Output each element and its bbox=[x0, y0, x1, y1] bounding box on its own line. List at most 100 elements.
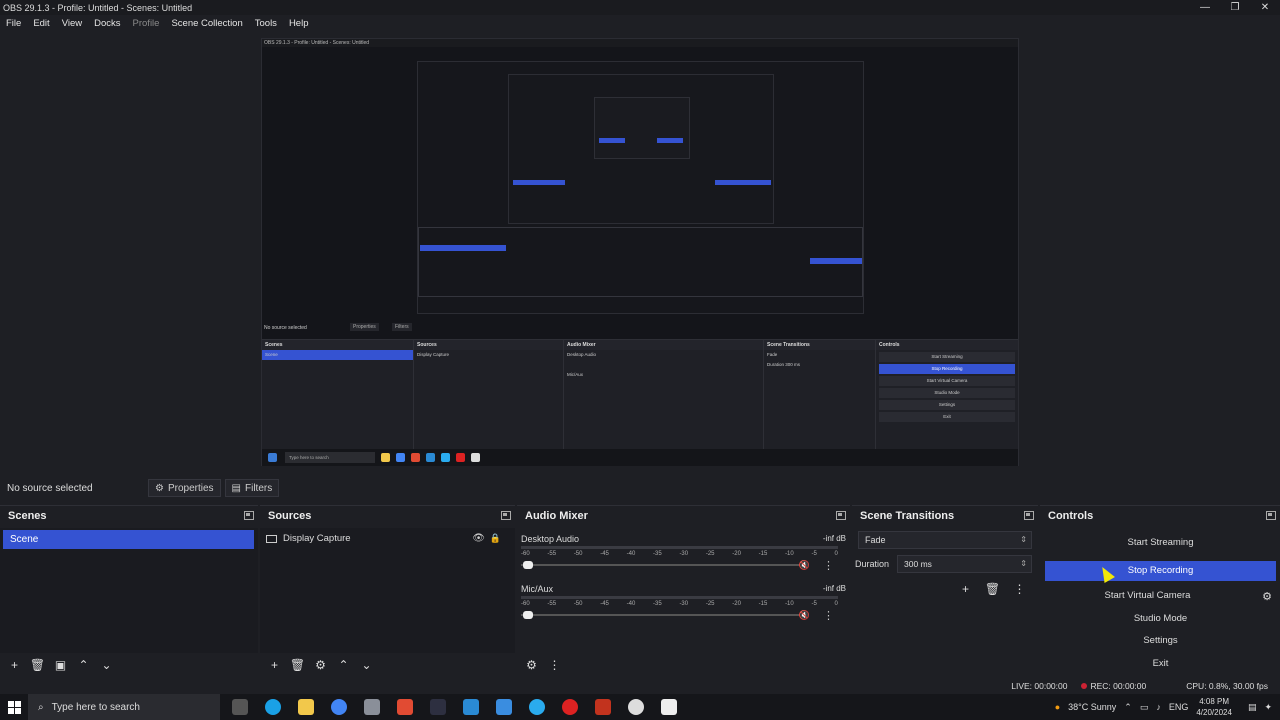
taskbar-search[interactable]: ⌕ Type here to search bbox=[28, 694, 220, 720]
media-player-icon[interactable] bbox=[562, 699, 578, 715]
task-view-icon[interactable] bbox=[232, 699, 248, 715]
move-down-button[interactable]: ⌄ bbox=[98, 657, 115, 674]
add-source-button[interactable]: + bbox=[266, 657, 283, 674]
add-scene-button[interactable]: + bbox=[6, 657, 23, 674]
start-streaming-button[interactable]: Start Streaming bbox=[1045, 533, 1276, 553]
lang-indicator[interactable]: ENG bbox=[1169, 702, 1189, 712]
channel-name: Desktop Audio bbox=[521, 534, 580, 544]
undock-icon[interactable] bbox=[1266, 511, 1276, 520]
volume-slider-handle[interactable] bbox=[523, 561, 533, 569]
studio-mode-button[interactable]: Studio Mode bbox=[1045, 609, 1276, 629]
duration-input[interactable]: 300 ms bbox=[897, 555, 1032, 573]
eye-icon[interactable]: 👁 bbox=[472, 533, 485, 544]
store-icon[interactable] bbox=[364, 699, 380, 715]
kebab-menu-icon[interactable]: ⋮ bbox=[1011, 580, 1028, 597]
move-up-button[interactable]: ⌃ bbox=[335, 657, 352, 674]
nested-scene-highlight-2 bbox=[513, 180, 565, 185]
volume-slider[interactable] bbox=[521, 614, 802, 616]
volume-icon[interactable]: ♪ bbox=[1156, 702, 1161, 712]
preview-properties: Properties bbox=[350, 323, 379, 331]
preview-mic-aux: Mic/Aux bbox=[567, 372, 584, 377]
controls-title: Controls bbox=[1048, 510, 1094, 522]
volume-slider-handle[interactable] bbox=[523, 611, 533, 619]
preview-controls-title: Controls bbox=[876, 340, 1018, 350]
menu-scene-collection[interactable]: Scene Collection bbox=[165, 18, 248, 29]
notification-icon[interactable]: ▤ bbox=[1248, 702, 1257, 713]
exit-button[interactable]: Exit bbox=[1045, 654, 1276, 674]
source-item[interactable]: Display Capture 👁 🔒 bbox=[260, 529, 515, 548]
preview-transitions-title: Scene Transitions bbox=[764, 340, 875, 350]
undock-icon[interactable] bbox=[244, 511, 254, 520]
filters-button[interactable]: ▤ Filters bbox=[224, 479, 280, 497]
move-up-button[interactable]: ⌃ bbox=[75, 657, 92, 674]
menu-file[interactable]: File bbox=[0, 18, 27, 29]
start-virtual-camera-button[interactable]: Start Virtual Camera bbox=[1045, 586, 1250, 606]
nested-docks bbox=[418, 227, 863, 297]
source-properties-button[interactable]: ⚙ bbox=[312, 657, 329, 674]
scene-item[interactable]: Scene bbox=[3, 530, 254, 549]
remove-transition-button[interactable]: 🗑 bbox=[984, 580, 1001, 597]
file-explorer-icon[interactable] bbox=[298, 699, 314, 715]
properties-button[interactable]: ⚙ Properties bbox=[148, 479, 221, 497]
kebab-menu-icon[interactable]: ⋮ bbox=[823, 609, 834, 622]
move-down-button[interactable]: ⌄ bbox=[358, 657, 375, 674]
network-icon[interactable]: ▭ bbox=[1140, 702, 1149, 713]
obs-icon[interactable] bbox=[628, 699, 644, 715]
preview-sources-dock: Sources Display Capture bbox=[414, 340, 564, 450]
undock-icon[interactable] bbox=[501, 511, 511, 520]
preview-sources-title: Sources bbox=[414, 340, 563, 350]
menu-tools[interactable]: Tools bbox=[249, 18, 283, 29]
settings-button[interactable]: Settings bbox=[1045, 631, 1276, 651]
preview-studio-mode: Studio Mode bbox=[879, 388, 1015, 398]
advanced-audio-icon[interactable]: ⚙ bbox=[523, 657, 540, 674]
undock-icon[interactable] bbox=[836, 511, 846, 520]
volume-slider[interactable] bbox=[521, 564, 802, 566]
weather-text[interactable]: 38°C Sunny bbox=[1068, 702, 1116, 712]
menu-help[interactable]: Help bbox=[283, 18, 315, 29]
preview-search: Type here to search bbox=[285, 452, 375, 463]
preview-canvas[interactable]: OBS 29.1.3 - Profile: Untitled - Scenes:… bbox=[261, 38, 1019, 466]
edge-icon[interactable] bbox=[265, 699, 281, 715]
menu-docks[interactable]: Docks bbox=[88, 18, 126, 29]
chrome-icon[interactable] bbox=[331, 699, 347, 715]
copilot-icon[interactable]: ✦ bbox=[1264, 702, 1272, 713]
rec-status: REC: 00:00:00 bbox=[1081, 681, 1146, 691]
maximize-button[interactable]: ❐ bbox=[1220, 0, 1250, 15]
brave-icon[interactable] bbox=[397, 699, 413, 715]
stop-recording-button[interactable]: Stop Recording bbox=[1045, 561, 1276, 581]
lock-icon[interactable]: 🔒 bbox=[490, 533, 501, 544]
vscode-icon[interactable] bbox=[463, 699, 479, 715]
speaker-muted-icon[interactable]: 🔇 bbox=[799, 610, 810, 621]
kebab-menu-icon[interactable]: ⋮ bbox=[823, 559, 834, 572]
preview-source-item: Display Capture bbox=[417, 352, 450, 357]
remove-scene-button[interactable]: 🗑 bbox=[29, 657, 46, 674]
virtual-camera-settings-icon[interactable]: ⚙ bbox=[1262, 590, 1272, 603]
minimize-button[interactable]: — bbox=[1190, 0, 1220, 15]
start-button[interactable] bbox=[0, 694, 28, 720]
clock[interactable]: 4:08 PM 4/20/2024 bbox=[1196, 696, 1232, 718]
menu-edit[interactable]: Edit bbox=[27, 18, 55, 29]
chevron-up-icon[interactable]: ⌃ bbox=[1124, 702, 1132, 713]
scene-filters-button[interactable]: ▣ bbox=[52, 657, 69, 674]
kebab-menu-icon[interactable]: ⋮ bbox=[546, 657, 563, 674]
transition-select[interactable]: Fade bbox=[858, 531, 1032, 549]
speaker-muted-icon[interactable]: 🔇 bbox=[799, 560, 810, 571]
mail-icon[interactable] bbox=[496, 699, 512, 715]
wps-icon[interactable] bbox=[595, 699, 611, 715]
preview-taskbar: Type here to search bbox=[262, 449, 1018, 466]
tick: -5 bbox=[811, 601, 817, 607]
terminal-icon[interactable] bbox=[430, 699, 446, 715]
preview-start-icon bbox=[268, 453, 277, 462]
controls-header: Controls bbox=[1040, 506, 1280, 526]
menu-profile[interactable]: Profile bbox=[127, 18, 166, 29]
telegram-icon[interactable] bbox=[529, 699, 545, 715]
close-button[interactable]: ✕ bbox=[1250, 0, 1280, 15]
channel-level: -inf dB bbox=[822, 534, 846, 543]
menu-view[interactable]: View bbox=[56, 18, 88, 29]
add-transition-button[interactable]: + bbox=[957, 580, 974, 597]
tick: -55 bbox=[547, 601, 557, 607]
sources-list: Display Capture 👁 🔒 bbox=[260, 528, 515, 653]
notepad-icon[interactable] bbox=[661, 699, 677, 715]
undock-icon[interactable] bbox=[1024, 511, 1034, 520]
remove-source-button[interactable]: 🗑 bbox=[289, 657, 306, 674]
